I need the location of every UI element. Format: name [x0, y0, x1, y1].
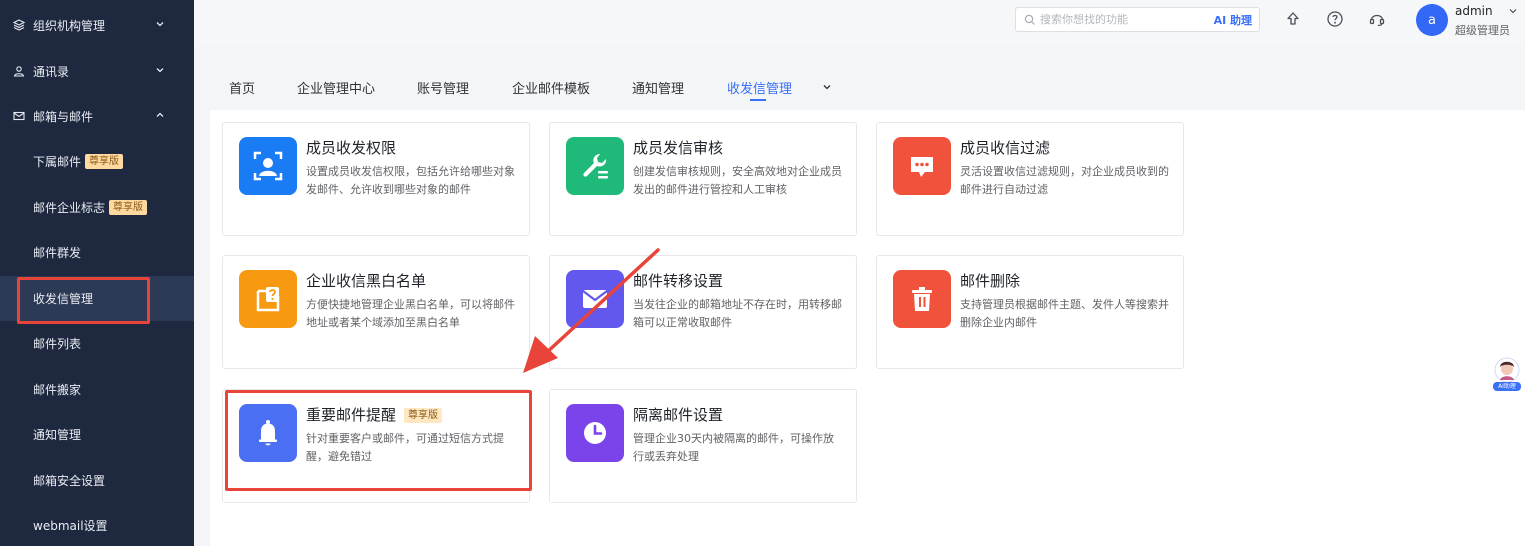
tab-enterprise-center[interactable]: 企业管理中心 — [297, 78, 375, 97]
contacts-icon — [12, 64, 26, 78]
card-member-permission[interactable]: 成员收发权限 设置成员收发信权限，包括允许给哪些对象发邮件、允许收到哪些对象的邮… — [222, 122, 530, 236]
card-mail-transfer[interactable]: 邮件转移设置 当发往企业的邮箱地址不存在时，用转移邮箱可以正常收取邮件 — [549, 255, 857, 369]
card-mail-delete[interactable]: 邮件删除 支持管理员根据邮件主题、发件人等搜索并删除企业内邮件 — [876, 255, 1184, 369]
org-icon — [12, 18, 26, 32]
card-send-audit[interactable]: 成员发信审核 创建发信审核规则，安全高效地对企业成员发出的邮件进行管控和人工审核 — [549, 122, 857, 236]
sidebar-item-label: 邮箱安全设置 — [33, 474, 106, 488]
highlight-box — [225, 390, 532, 491]
premium-badge: 尊享版 — [85, 154, 124, 169]
card-receive-filter[interactable]: 成员收信过滤 灵活设置收信过滤规则，对企业成员收到的邮件进行自动过滤 — [876, 122, 1184, 236]
headset-icon[interactable] — [1368, 10, 1386, 28]
upload-icon[interactable] — [1284, 10, 1302, 28]
floating-ai-assistant[interactable]: AI助理 — [1493, 357, 1521, 391]
card-description: 设置成员收发信权限，包括允许给哪些对象发邮件、允许收到哪些对象的邮件 — [306, 165, 515, 196]
wrench-icon — [566, 137, 624, 195]
mail-icon — [12, 109, 26, 123]
floating-ai-label: AI助理 — [1493, 382, 1521, 391]
active-tab-indicator — [750, 99, 766, 101]
tab-notifications[interactable]: 通知管理 — [632, 78, 684, 97]
chevron-down-icon[interactable] — [1508, 6, 1518, 16]
card-description: 创建发信审核规则，安全高效地对企业成员发出的邮件进行管控和人工审核 — [633, 165, 842, 196]
sidebar-item-label: 邮件企业标志 — [33, 201, 106, 215]
card-description: 管理企业30天内被隔离的邮件，可操作放行或丢弃处理 — [633, 432, 834, 463]
tab-send-receive[interactable]: 收发信管理 — [727, 78, 792, 97]
sidebar-group-mail[interactable]: 邮箱与邮件 — [0, 94, 194, 138]
sidebar-group-label: 组织机构管理 — [33, 18, 106, 33]
list-question-icon — [239, 270, 297, 328]
card-title: 隔离邮件设置 — [633, 406, 724, 424]
card-title: 企业收信黑白名单 — [306, 272, 427, 290]
card-description: 方便快捷地管理企业黑白名单，可以将邮件地址或者某个域添加至黑白名单 — [306, 298, 515, 329]
sidebar-item-label: 邮件列表 — [33, 337, 82, 351]
sidebar-group-label: 通讯录 — [33, 64, 70, 79]
card-title: 邮件删除 — [960, 272, 1021, 290]
clock-icon — [566, 404, 624, 462]
card-title: 成员收发权限 — [306, 139, 397, 157]
card-description: 灵活设置收信过滤规则，对企业成员收到的邮件进行自动过滤 — [960, 165, 1169, 196]
sidebar-item-security[interactable]: 邮箱安全设置 — [0, 458, 194, 503]
sidebar-item-mail-logo[interactable]: 邮件企业标志 尊享版 — [0, 185, 194, 230]
premium-badge: 尊享版 — [109, 200, 148, 215]
chevron-up-icon — [156, 112, 164, 117]
highlight-box — [17, 277, 150, 324]
avatar[interactable]: a — [1416, 4, 1448, 36]
chevron-down-icon — [156, 68, 164, 73]
user-name[interactable]: admin — [1455, 4, 1493, 18]
trash-icon — [893, 270, 951, 328]
sidebar-item-label: 邮件群发 — [33, 246, 82, 260]
tab-account[interactable]: 账号管理 — [417, 78, 469, 97]
sidebar-item-label: 下属邮件 — [33, 155, 82, 169]
sidebar-item-webmail[interactable]: webmail设置 — [0, 503, 194, 546]
card-description: 当发往企业的邮箱地址不存在时，用转移邮箱可以正常收取邮件 — [633, 298, 842, 329]
sidebar-item-mass-mail[interactable]: 邮件群发 — [0, 230, 194, 275]
search-input[interactable] — [1040, 13, 1200, 26]
message-icon — [893, 137, 951, 195]
card-description: 支持管理员根据邮件主题、发件人等搜索并删除企业内邮件 — [960, 298, 1169, 329]
sidebar-group-org[interactable]: 组织机构管理 — [0, 3, 194, 47]
tab-home[interactable]: 首页 — [229, 78, 255, 97]
card-black-white-list[interactable]: 企业收信黑白名单 方便快捷地管理企业黑白名单，可以将邮件地址或者某个域添加至黑白… — [222, 255, 530, 369]
card-title: 成员收信过滤 — [960, 139, 1051, 157]
chevron-down-icon — [156, 22, 164, 27]
sidebar-item-label: webmail设置 — [33, 519, 108, 533]
tab-mail-template[interactable]: 企业邮件模板 — [512, 78, 590, 97]
card-quarantine-settings[interactable]: 隔离邮件设置 管理企业30天内被隔离的邮件，可操作放行或丢弃处理 — [549, 389, 857, 503]
search-box[interactable]: AI 助理 — [1015, 7, 1260, 32]
help-icon[interactable] — [1326, 10, 1344, 28]
sidebar-item-label: 邮件搬家 — [33, 383, 82, 397]
sidebar-group-label: 邮箱与邮件 — [33, 109, 94, 124]
sidebar-item-mail-list[interactable]: 邮件列表 — [0, 321, 194, 366]
sidebar-group-contacts[interactable]: 通讯录 — [0, 49, 194, 93]
sidebar-item-mail-migration[interactable]: 邮件搬家 — [0, 367, 194, 412]
search-icon — [1024, 14, 1035, 25]
chevron-down-icon[interactable] — [821, 81, 833, 93]
card-title: 成员发信审核 — [633, 139, 724, 157]
user-role: 超级管理员 — [1455, 24, 1510, 37]
sidebar-item-label: 通知管理 — [33, 428, 82, 442]
sidebar-item-subordinate-mail[interactable]: 下属邮件 尊享版 — [0, 139, 194, 184]
envelope-icon — [566, 270, 624, 328]
sidebar: 组织机构管理 通讯录 邮箱与邮件 下属邮件 尊享版 邮件企业标志 尊享版 邮件群… — [0, 0, 194, 546]
top-bar: AI 助理 a admin 超级管理员 — [194, 0, 1525, 46]
card-title: 邮件转移设置 — [633, 272, 724, 290]
member-face-icon — [239, 137, 297, 195]
ai-assistant-button[interactable]: AI 助理 — [1214, 12, 1252, 28]
sidebar-item-notifications[interactable]: 通知管理 — [0, 412, 194, 457]
tab-bar: 首页 企业管理中心 账号管理 企业邮件模板 通知管理 收发信管理 — [194, 46, 1525, 110]
